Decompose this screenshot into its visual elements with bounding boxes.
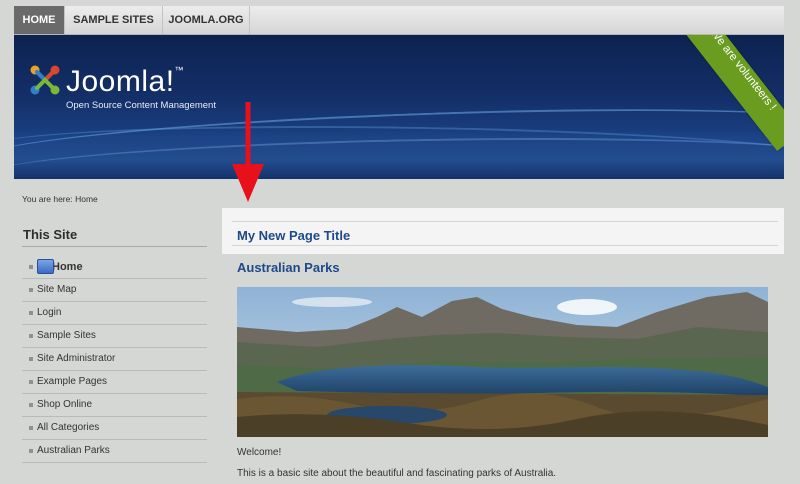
title-top-rule — [232, 221, 778, 222]
sidebar-item-site-map[interactable]: Site Map — [22, 279, 207, 302]
intro-paragraph: This is a basic site about the beautiful… — [237, 468, 557, 479]
sidebar-item-label: Home — [52, 261, 83, 273]
tab-sample-sites[interactable]: SAMPLE SITES — [65, 6, 163, 34]
sidebar-item-home[interactable]: Home — [22, 256, 207, 279]
title-bottom-rule — [232, 245, 778, 246]
article-image — [237, 287, 768, 437]
logo-wordmark: Joomla! — [66, 65, 175, 98]
joomla-logo-icon[interactable] — [28, 63, 62, 97]
tab-home[interactable]: HOME — [14, 6, 65, 34]
home-icon — [37, 259, 54, 274]
welcome-text: Welcome! — [237, 447, 282, 458]
sidebar-item-sample-sites[interactable]: Sample Sites — [22, 325, 207, 348]
sidebar-item-example-pages[interactable]: Example Pages — [22, 371, 207, 394]
sidebar-item-australian-parks[interactable]: Australian Parks — [22, 440, 207, 463]
sidebar-divider — [22, 246, 207, 247]
sidebar-item-shop-online[interactable]: Shop Online — [22, 394, 207, 417]
sidebar-item-login[interactable]: Login — [22, 302, 207, 325]
breadcrumb: You are here: Home — [22, 194, 98, 204]
site-tagline: Open Source Content Management — [66, 100, 216, 111]
trademark-symbol: ™ — [174, 65, 185, 75]
tab-joomla-org[interactable]: JOOMLA.ORG — [163, 6, 250, 34]
page-title: My New Page Title — [237, 228, 351, 243]
sidebar-menu: Home Site Map Login Sample Sites Site Ad… — [22, 256, 207, 463]
landscape-photo — [237, 287, 768, 437]
red-arrow-annotation-icon — [232, 102, 264, 202]
banner-glow — [14, 130, 784, 179]
header-banner: Joomla!™ Open Source Content Management … — [14, 35, 784, 179]
article-title[interactable]: Australian Parks — [237, 260, 340, 275]
top-navigation: HOME SAMPLE SITES JOOMLA.ORG — [14, 6, 784, 35]
sidebar-item-site-administrator[interactable]: Site Administrator — [22, 348, 207, 371]
sidebar-title: This Site — [23, 227, 78, 242]
logo-text[interactable]: Joomla!™ — [66, 65, 184, 99]
sidebar-item-all-categories[interactable]: All Categories — [22, 417, 207, 440]
